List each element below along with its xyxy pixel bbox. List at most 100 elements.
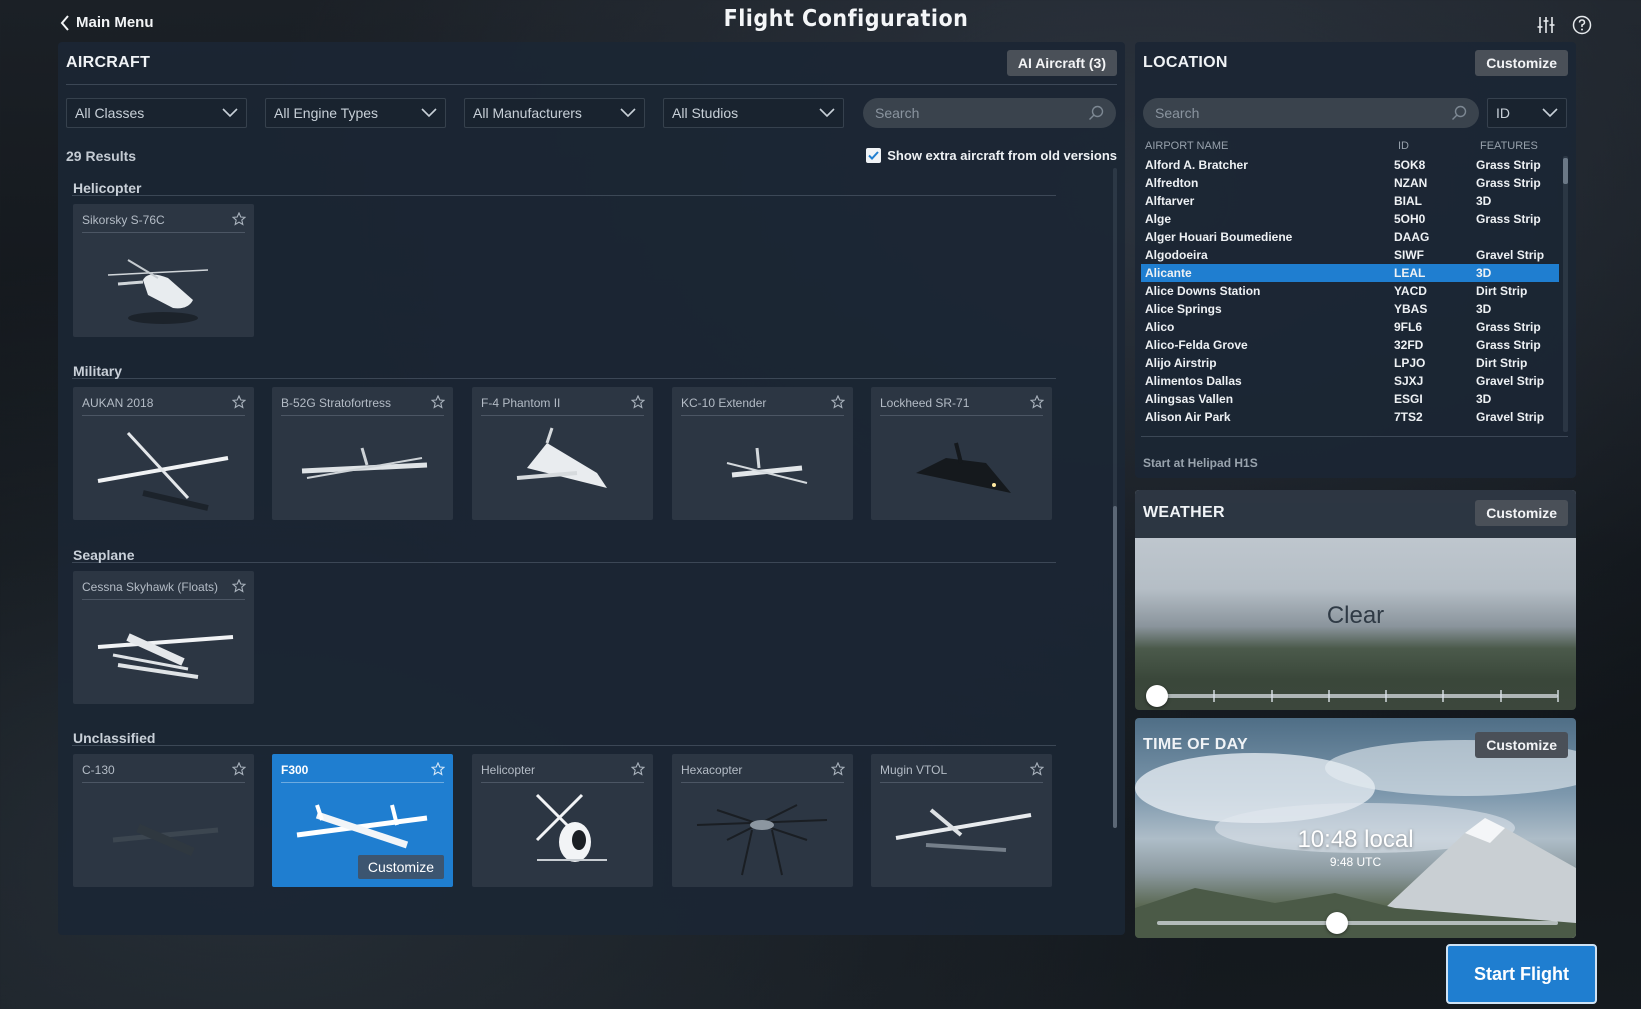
show-extra-checkbox[interactable]: Show extra aircraft from old versions [866, 148, 1117, 163]
airport-row[interactable]: Alford A. Bratcher 5OK8 Grass Strip [1141, 156, 1559, 174]
airport-features-cell: Grass Strip [1476, 338, 1541, 352]
aircraft-card-name: Mugin VTOL [880, 763, 948, 777]
star-icon[interactable] [232, 212, 246, 226]
airport-row[interactable]: Algodoeira SIWF Gravel Strip [1141, 246, 1559, 264]
search-icon [1452, 105, 1467, 120]
search-field-select[interactable]: ID [1487, 98, 1567, 128]
airport-row[interactable]: Alico 9FL6 Grass Strip [1141, 318, 1559, 336]
manufacturer-filter-select[interactable]: All Manufacturers [464, 98, 645, 128]
airport-name-cell: Alice Springs [1145, 302, 1222, 316]
card-divider [681, 782, 844, 783]
class-filter-select[interactable]: All Classes [66, 98, 247, 128]
card-divider [82, 232, 245, 233]
aircraft-card-aukan-2018[interactable]: AUKAN 2018 [73, 387, 254, 520]
airport-row[interactable]: Alge 5OH0 Grass Strip [1141, 210, 1559, 228]
airport-row[interactable]: Alice Downs Station YACD Dirt Strip [1141, 282, 1559, 300]
airport-row[interactable]: Alico-Felda Grove 32FD Grass Strip [1141, 336, 1559, 354]
aircraft-card-sr71[interactable]: Lockheed SR-71 [871, 387, 1052, 520]
aircraft-card-cessna-floats[interactable]: Cessna Skyhawk (Floats) [73, 571, 254, 704]
weather-panel-title: WEATHER [1143, 504, 1225, 521]
aircraft-list-scrollbar[interactable] [1113, 168, 1117, 828]
star-icon[interactable] [232, 762, 246, 776]
category-military-title: Military [73, 363, 123, 379]
engine-filter-select[interactable]: All Engine Types [265, 98, 446, 128]
settings-sliders-icon[interactable] [1535, 14, 1557, 36]
chevron-down-icon [1542, 108, 1558, 118]
aircraft-card-c130[interactable]: C-130 [73, 754, 254, 887]
aircraft-card-f4-phantom[interactable]: F-4 Phantom II [472, 387, 653, 520]
airport-list-scrollbar[interactable] [1563, 156, 1568, 432]
star-icon[interactable] [431, 395, 445, 409]
search-field-value: ID [1496, 105, 1510, 121]
card-divider [481, 415, 644, 416]
category-divider [72, 562, 1056, 563]
aircraft-card-name: Hexacopter [681, 763, 743, 777]
slider-tick [1557, 690, 1559, 702]
location-search [1143, 98, 1479, 128]
location-panel-title: LOCATION [1143, 54, 1228, 71]
aircraft-card-sikorsky-s76c[interactable]: Sikorsky S-76C [73, 204, 254, 337]
card-divider [481, 782, 644, 783]
ai-aircraft-button[interactable]: AI Aircraft (3) [1006, 50, 1117, 76]
aircraft-card-kc10[interactable]: KC-10 Extender [672, 387, 853, 520]
weather-slider-knob[interactable] [1146, 685, 1168, 707]
card-divider [281, 415, 444, 416]
aircraft-card-name: Sikorsky S-76C [82, 213, 165, 227]
airport-row[interactable]: Alijo Airstrip LPJO Dirt Strip [1141, 354, 1559, 372]
airport-row[interactable]: Alger Houari Boumediene DAAG [1141, 228, 1559, 246]
time-of-day-customize-button[interactable]: Customize [1475, 732, 1568, 758]
aircraft-card-f300[interactable]: F300 Customize [272, 754, 453, 887]
star-icon[interactable] [831, 395, 845, 409]
column-header-airport-name[interactable]: AIRPORT NAME [1145, 140, 1228, 152]
airport-row[interactable]: Alftarver BIAL 3D [1141, 192, 1559, 210]
studio-filter-select[interactable]: All Studios [663, 98, 844, 128]
star-icon[interactable] [1030, 395, 1044, 409]
airport-row[interactable]: Alimentos Dallas SJXJ Gravel Strip [1141, 372, 1559, 390]
star-icon[interactable] [232, 579, 246, 593]
aircraft-card-helicopter[interactable]: Helicopter [472, 754, 653, 887]
card-divider [82, 599, 245, 600]
star-icon[interactable] [232, 395, 246, 409]
weather-value: Clear [1326, 602, 1385, 629]
aircraft-card-name: Cessna Skyhawk (Floats) [82, 580, 219, 594]
airport-row[interactable]: Alicante LEAL 3D [1141, 264, 1559, 282]
airport-id-cell: 5OH0 [1394, 212, 1426, 226]
airport-row[interactable]: Alison Air Park 7TS2 Gravel Strip [1141, 408, 1559, 426]
airport-name-cell: Alijo Airstrip [1145, 356, 1217, 370]
location-customize-button[interactable]: Customize [1475, 50, 1568, 76]
aircraft-card-name: KC-10 Extender [681, 396, 767, 410]
airport-name-cell: Alger Houari Boumediene [1145, 230, 1293, 244]
star-icon[interactable] [831, 762, 845, 776]
airport-name-cell: Alice Downs Station [1145, 284, 1261, 298]
star-icon[interactable] [431, 762, 445, 776]
time-slider-track[interactable] [1157, 921, 1558, 925]
airport-row[interactable]: Alingsas Vallen ESGI 3D [1141, 390, 1559, 408]
column-header-id[interactable]: ID [1398, 140, 1409, 152]
help-icon[interactable] [1571, 14, 1593, 36]
location-search-input[interactable] [1155, 105, 1421, 121]
weather-slider-track[interactable] [1157, 694, 1558, 698]
weather-customize-button[interactable]: Customize [1475, 500, 1568, 526]
airport-id-cell: YBAS [1394, 302, 1428, 316]
column-header-features[interactable]: FEATURES [1480, 140, 1538, 152]
aircraft-card-mugin-vtol[interactable]: Mugin VTOL [871, 754, 1052, 887]
aircraft-card-hexacopter[interactable]: Hexacopter [672, 754, 853, 887]
airport-row[interactable]: Alfredton NZAN Grass Strip [1141, 174, 1559, 192]
aircraft-search [863, 98, 1116, 128]
aircraft-card-b52g[interactable]: B-52G Stratofortress [272, 387, 453, 520]
airport-features-cell: 3D [1476, 194, 1492, 208]
start-flight-button[interactable]: Start Flight [1446, 944, 1597, 1004]
fighter-jet-thumbnail [516, 427, 607, 488]
customize-aircraft-button[interactable]: Customize [357, 855, 444, 879]
slider-tick [1270, 690, 1273, 702]
star-icon[interactable] [631, 762, 645, 776]
category-seaplane-title: Seaplane [73, 547, 135, 563]
star-icon[interactable] [1030, 762, 1044, 776]
results-count: 29 Results [66, 148, 137, 164]
airport-row[interactable]: Alice Springs YBAS 3D [1141, 300, 1559, 318]
scrollbar-thumb[interactable] [1563, 158, 1568, 184]
helicopter-thumbnail [535, 793, 607, 862]
scrollbar-thumb[interactable] [1113, 506, 1117, 828]
aircraft-search-input[interactable] [875, 105, 1070, 121]
star-icon[interactable] [631, 395, 645, 409]
